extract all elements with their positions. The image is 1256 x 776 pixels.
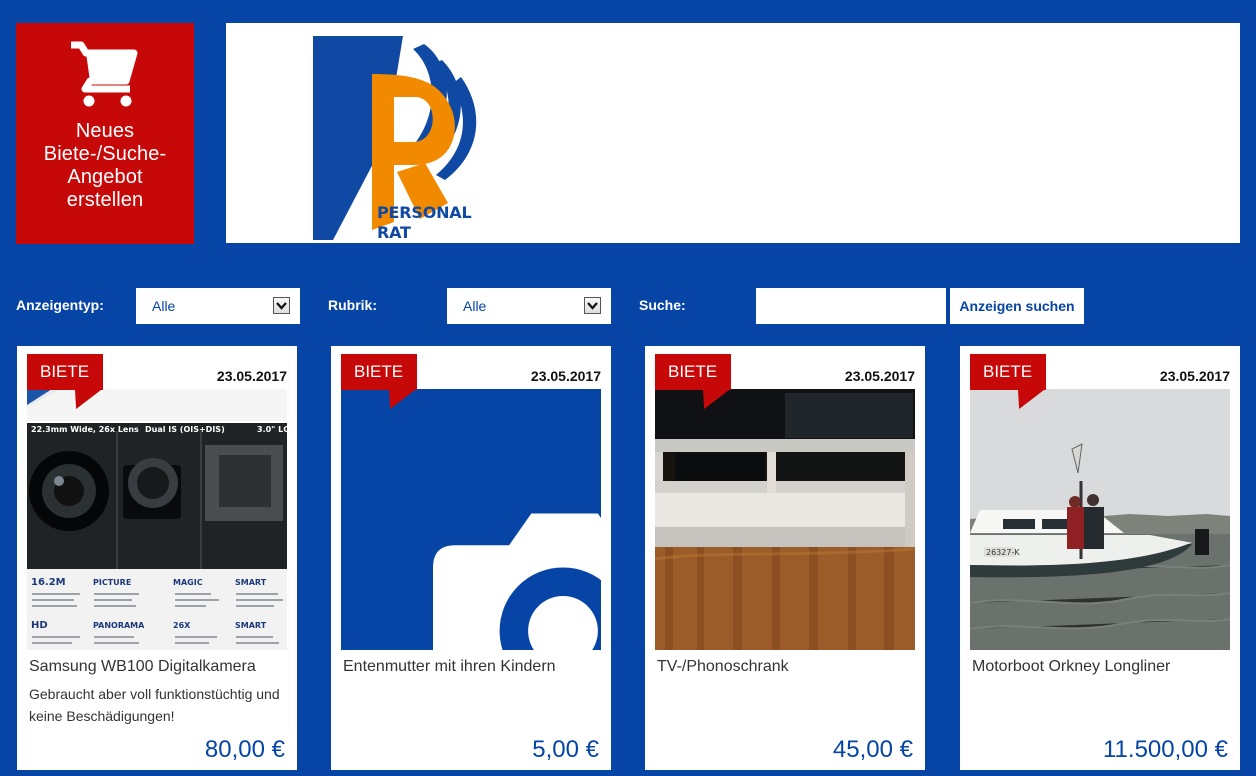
category-selected-value: Alle	[463, 298, 487, 314]
tv-cabinet-image	[655, 389, 915, 650]
classifieds-page: Neues Biete-/Suche- Angebot erstellen PE…	[0, 0, 1256, 776]
category-label: Rubrik:	[328, 297, 377, 313]
offer-badge: BIETE	[341, 354, 417, 390]
svg-text:Dual IS (OIS+DIS): Dual IS (OIS+DIS)	[145, 425, 225, 434]
svg-text:SMART: SMART	[235, 621, 267, 630]
shopping-cart-icon	[71, 41, 138, 107]
camera-placeholder-image	[341, 389, 601, 650]
motorboat-image: 26327-K	[970, 389, 1230, 650]
listing-card[interactable]: 22.3mm Wide, 26x Lens Dual IS (OIS+DIS) …	[17, 346, 297, 770]
svg-text:HD: HD	[31, 620, 48, 631]
svg-text:PICTURE: PICTURE	[93, 578, 131, 587]
listing-price: 80,00 €	[204, 736, 285, 763]
listing-date: 23.05.2017	[844, 368, 915, 384]
camera-placeholder-icon	[433, 513, 601, 650]
create-offer-button[interactable]: Neues Biete-/Suche- Angebot erstellen	[16, 23, 194, 244]
svg-text:26327-K: 26327-K	[986, 548, 1020, 557]
search-input[interactable]	[756, 288, 946, 324]
personal-rat-logo: PERSONAL RAT	[312, 35, 492, 242]
svg-text:MAGIC: MAGIC	[173, 578, 203, 587]
listing-title[interactable]: Entenmutter mit ihren Kindern	[343, 657, 601, 677]
listing-date: 23.05.2017	[1159, 368, 1230, 384]
listing-date: 23.05.2017	[216, 368, 287, 384]
listing-price: 5,00 €	[532, 736, 599, 763]
search-label: Suche:	[639, 297, 686, 313]
listing-title[interactable]: Motorboot Orkney Longliner	[972, 657, 1230, 677]
listing-price: 45,00 €	[832, 736, 913, 763]
listing-title[interactable]: TV-/Phonoschrank	[657, 657, 915, 677]
listing-price: 11.500,00 €	[1102, 736, 1228, 763]
chevron-down-icon	[273, 297, 290, 314]
ad-type-selected-value: Alle	[152, 298, 176, 314]
listing-date: 23.05.2017	[530, 368, 601, 384]
svg-text:PANORAMA: PANORAMA	[93, 621, 145, 630]
offer-badge: BIETE	[655, 354, 731, 390]
listing-description: Gebraucht aber voll funktionstüchtig und…	[29, 686, 280, 724]
ad-type-label: Anzeigentyp:	[16, 297, 104, 313]
offer-badge: BIETE	[970, 354, 1046, 390]
logo-text: PERSONAL RAT	[377, 203, 472, 242]
ad-type-select[interactable]: Alle	[136, 288, 300, 324]
svg-text:22.3mm Wide, 26x Lens: 22.3mm Wide, 26x Lens	[31, 425, 139, 434]
camera-brochure-image: 22.3mm Wide, 26x Lens Dual IS (OIS+DIS) …	[27, 389, 287, 650]
create-offer-label: Neues Biete-/Suche- Angebot erstellen	[43, 120, 167, 211]
svg-text:3.0" LCD: 3.0" LCD	[257, 425, 287, 434]
listing-card[interactable]: BIETE 23.05.2017 Entenmutter mit ihren K…	[331, 346, 611, 770]
listing-card[interactable]: 26327-K BIETE 23.05.2017 Motorboot Orkne…	[960, 346, 1240, 770]
category-select[interactable]: Alle	[447, 288, 611, 324]
listing-title[interactable]: Samsung WB100 Digitalkamera	[29, 657, 287, 677]
header-logo-panel: PERSONAL RAT	[226, 23, 1240, 243]
chevron-down-icon	[584, 297, 601, 314]
offer-badge: BIETE	[27, 354, 103, 390]
svg-text:26X: 26X	[173, 621, 191, 630]
listing-card[interactable]: BIETE 23.05.2017 TV-/Phonoschrank 45,00 …	[645, 346, 925, 770]
search-ads-button[interactable]: Anzeigen suchen	[950, 288, 1084, 324]
svg-text:16.2M: 16.2M	[31, 577, 66, 588]
svg-text:SMART: SMART	[235, 578, 267, 587]
